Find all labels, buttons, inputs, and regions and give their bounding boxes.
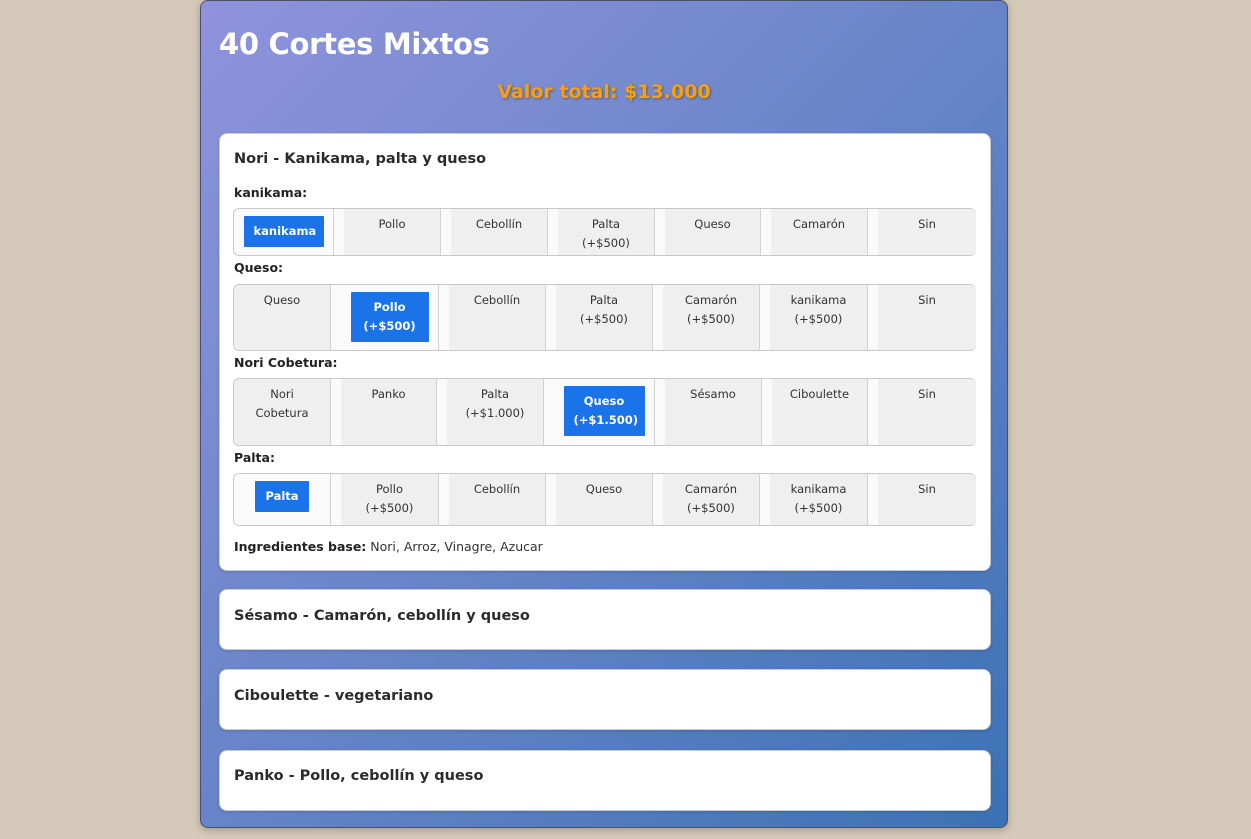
option-camarón-500[interactable]: Camarón (+$500)	[663, 474, 760, 525]
product-card-panko[interactable]: Panko - Pollo, cebollín y queso	[219, 750, 991, 811]
order-panel: 40 Cortes Mixtos Valor total: $13.000 No…	[200, 0, 1008, 828]
selected-option-button[interactable]: kanikama	[243, 216, 324, 247]
option-sin[interactable]: Sin	[878, 209, 976, 255]
option-queso-1-500[interactable]: Queso (+$1.500)	[554, 379, 655, 445]
group-label-palta: Palta:	[234, 450, 275, 465]
card-title-ciboulette[interactable]: Ciboulette - vegetariano	[234, 688, 433, 704]
product-card-sesamo[interactable]: Sésamo - Camarón, cebollín y queso	[219, 589, 991, 650]
option-palta-500[interactable]: Palta (+$500)	[556, 285, 653, 350]
option-camarón[interactable]: Camarón	[771, 209, 868, 255]
product-card-nori: Nori - Kanikama, palta y queso kanikama:…	[219, 133, 991, 571]
option-cebollín[interactable]: Cebollín	[449, 474, 546, 525]
option-sésamo[interactable]: Sésamo	[665, 379, 762, 445]
group-label-kanikama: kanikama:	[234, 185, 308, 200]
option-cebollín[interactable]: Cebollín	[449, 285, 546, 350]
option-palta[interactable]: Palta	[234, 474, 331, 525]
group-label-nori-cobetura: Nori Cobetura:	[234, 355, 338, 370]
option-kanikama-500[interactable]: kanikama (+$500)	[770, 474, 868, 525]
option-pollo-500[interactable]: Pollo (+$500)	[341, 474, 439, 525]
base-ingredients: Ingredientes base: Nori, Arroz, Vinagre,…	[234, 539, 543, 554]
product-card-ciboulette[interactable]: Ciboulette - vegetariano	[219, 669, 991, 730]
group-label-queso: Queso:	[234, 260, 284, 275]
total-price: Valor total: $13.000	[497, 81, 711, 103]
option-palta-500[interactable]: Palta (+$500)	[558, 209, 655, 255]
option-camarón-500[interactable]: Camarón (+$500)	[663, 285, 760, 350]
card-title-sesamo[interactable]: Sésamo - Camarón, cebollín y queso	[234, 608, 530, 624]
option-queso[interactable]: Queso	[665, 209, 761, 255]
option-row-queso: Queso Pollo (+$500) Cebollín Palta (+$500) C…	[233, 284, 976, 351]
option-pollo-500[interactable]: Pollo (+$500)	[341, 285, 439, 350]
option-row-nori-cobetura: Nori Cobetura Panko Palta (+$1.000) Queso (…	[233, 378, 976, 446]
card-title-panko[interactable]: Panko - Pollo, cebollín y queso	[234, 768, 483, 784]
selected-option-button[interactable]: Pollo (+$500)	[350, 292, 429, 342]
option-panko[interactable]: Panko	[341, 379, 437, 445]
selected-option-button[interactable]: Queso (+$1.500)	[563, 386, 645, 436]
option-palta-1-000[interactable]: Palta (+$1.000)	[447, 379, 544, 445]
option-queso[interactable]: Queso	[556, 474, 653, 525]
page-title: 40 Cortes Mixtos	[219, 27, 490, 61]
base-ingredients-label: Ingredientes base:	[234, 539, 367, 554]
option-cebollín[interactable]: Cebollín	[451, 209, 548, 255]
option-row-palta: Palta Pollo (+$500) Cebollín Queso Camarón (…	[233, 473, 976, 526]
option-kanikama[interactable]: kanikama	[234, 209, 334, 255]
option-row-kanikama: kanikama Pollo Cebollín Palta (+$500) Queso C…	[233, 208, 976, 256]
option-sin[interactable]: Sin	[878, 285, 976, 350]
option-nori-cobetura[interactable]: Nori Cobetura	[234, 379, 331, 445]
option-pollo[interactable]: Pollo	[344, 209, 441, 255]
card-title-nori[interactable]: Nori - Kanikama, palta y queso	[234, 151, 486, 167]
option-ciboulette[interactable]: Ciboulette	[772, 379, 868, 445]
option-kanikama-500[interactable]: kanikama (+$500)	[770, 285, 868, 350]
base-ingredients-value: Nori, Arroz, Vinagre, Azucar	[370, 539, 543, 554]
option-sin[interactable]: Sin	[878, 474, 976, 525]
selected-option-button[interactable]: Palta	[255, 481, 309, 512]
option-queso[interactable]: Queso	[234, 285, 331, 350]
option-sin[interactable]: Sin	[878, 379, 976, 445]
